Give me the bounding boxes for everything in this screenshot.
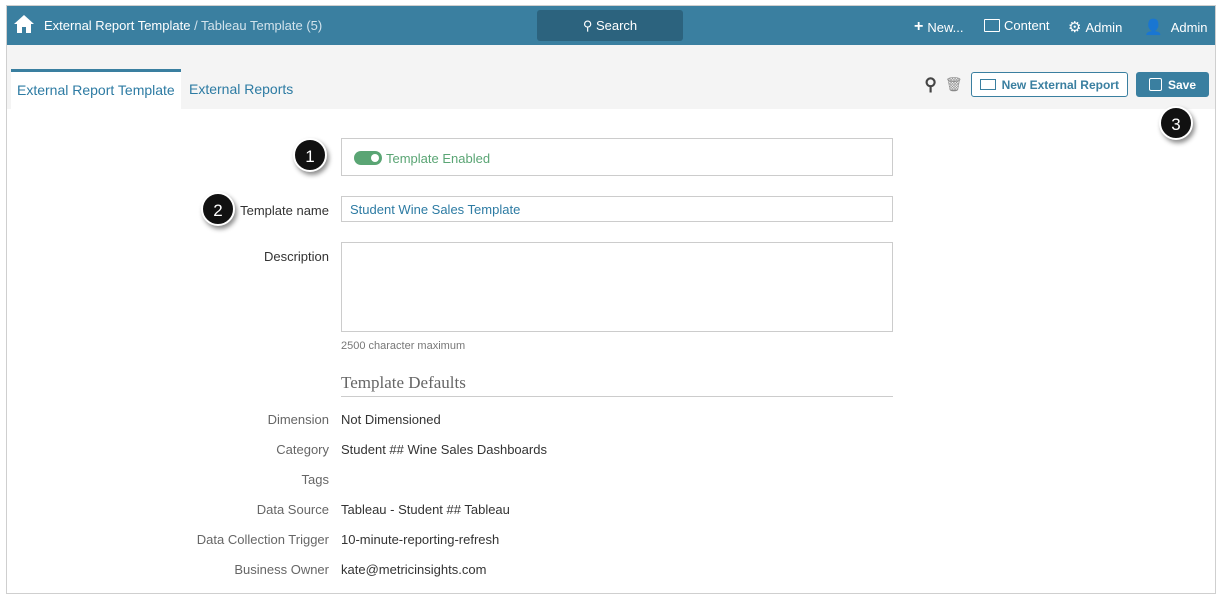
save-button[interactable]: Save [1135,72,1209,97]
description-label: Description [263,249,329,264]
search-label: Search [595,18,638,33]
chart-icon [979,79,996,90]
search-icon[interactable]: ⚲ [924,75,936,95]
new-external-report-label: New External Report [1001,77,1119,92]
template-enabled-panel: Template Enabled [341,138,893,176]
template-enabled-toggle[interactable] [354,151,382,165]
field-value: 10-minute-reporting-refresh [341,532,500,547]
content-label: Content [1004,18,1050,33]
template-name-label: Template name [240,203,329,218]
field-value: Tableau - Student ## Tableau [341,502,510,517]
description-hint: 2500 character maximum [341,340,466,352]
template-name-input[interactable] [341,196,893,222]
admin-settings-label: Admin [1085,19,1123,35]
breadcrumb-sub: / Tableau Template (5) [190,18,323,33]
field-label: Dimension [267,412,329,427]
new-menu[interactable]: + New... [914,18,963,36]
top-header: External Report Template / Tableau Templ… [7,6,1215,45]
breadcrumb-main[interactable]: External Report Template [44,18,190,33]
field-label: Business Owner [234,562,329,577]
field-label: Data Source [256,502,329,517]
breadcrumb: External Report Template / Tableau Templ… [44,18,322,33]
field-value: Not Dimensioned [341,412,441,427]
template-enabled-label: Template Enabled [386,151,491,166]
description-textarea[interactable] [341,242,893,332]
save-icon [1148,78,1162,91]
app-window: External Report Template / Tableau Templ… [6,5,1216,594]
callout-badge-2: 2 [201,192,235,226]
new-label: New... [927,19,964,35]
plus-icon: + [914,18,924,35]
tab-bar: External Report Template External Report… [7,45,1215,109]
callout-badge-3: 3 [1159,106,1193,140]
section-title: Template Defaults [341,373,893,397]
home-icon[interactable] [13,14,35,34]
field-value: Student ## Wine Sales Dashboards [341,442,547,457]
admin-settings-menu[interactable]: ⚙ Admin [1068,18,1122,36]
new-external-report-button[interactable]: New External Report [970,72,1128,97]
user-label: Admin [1170,19,1208,35]
search-button[interactable]: ⚲ Search [537,10,683,41]
user-menu[interactable]: 👤 Admin [1144,18,1208,36]
user-icon: 👤 [1144,19,1163,36]
field-label: Category [276,442,329,457]
search-icon: ⚲ [582,18,593,33]
folder-icon [984,19,1000,32]
callout-badge-1: 1 [293,138,327,172]
tab-external-reports[interactable]: External Reports [183,69,299,109]
field-label: Tags [301,472,329,487]
tab-external-report-template[interactable]: External Report Template [11,69,181,109]
save-label: Save [1167,77,1196,92]
content-menu[interactable]: Content [984,18,1050,33]
gear-icon: ⚙ [1068,19,1082,36]
trash-icon[interactable]: 🗑 [945,76,963,93]
field-label: Data Collection Trigger [196,532,329,547]
field-value: kate@metricinsights.com [341,562,487,577]
